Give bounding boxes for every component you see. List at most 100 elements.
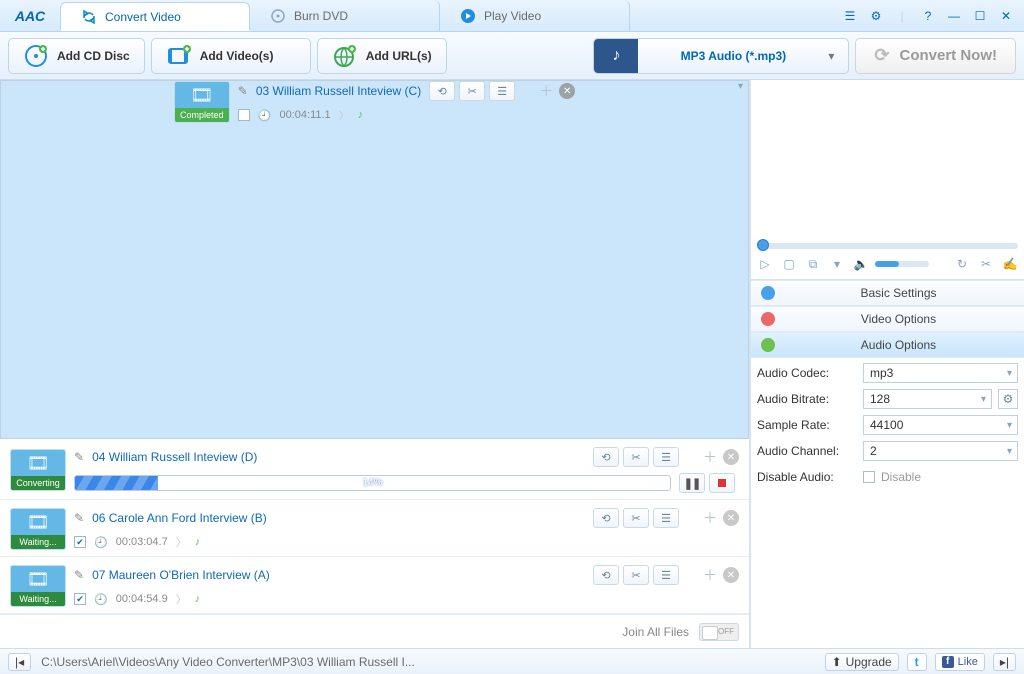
file-thumb: 🎞Waiting... [10,508,66,550]
seek-knob[interactable] [757,239,769,251]
refresh-icon[interactable]: ⟲ [593,508,619,528]
up-arrow-icon: ⬆ [832,655,842,669]
audio-bitrate-select[interactable]: 128 [863,389,992,409]
join-all-toggle[interactable] [699,623,739,641]
chevron-down-icon: ▾ [828,49,848,63]
pause-icon[interactable]: ❚❚ [679,473,705,493]
audio-channel-select[interactable]: 2 [863,441,1018,461]
statusbar: |◂ C:\Users\Ariel\Videos\Any Video Conve… [0,648,1024,674]
video-options-header[interactable]: Video Options [751,306,1024,332]
chevron-right-icon: 〉 [176,591,187,607]
convert-now-button[interactable]: ⟳ Convert Now! [855,38,1016,74]
file-title[interactable]: 06 Carole Ann Ford Interview (B) [92,511,267,525]
gear-icon[interactable]: ⚙ [866,6,886,26]
edit-icon[interactable]: ✎ [74,450,84,464]
film-icon: 🎞 [11,566,65,592]
file-checkbox[interactable] [238,109,250,121]
audio-options-header[interactable]: Audio Options [751,332,1024,358]
wand-icon[interactable]: ✍ [1000,255,1020,273]
basic-settings-header[interactable]: Basic Settings [751,280,1024,306]
properties-icon[interactable]: ☰ [653,447,679,467]
scissors-icon[interactable]: ✂ [459,81,485,101]
app-logo: AAC [0,0,60,31]
audio-codec-label: Audio Codec: [757,366,857,380]
add-urls-button[interactable]: Add URL(s) [317,38,447,74]
remove-icon[interactable]: ✕ [723,449,739,465]
file-row[interactable]: 🎞Converting✎04 William Russell Inteview … [0,439,749,500]
file-checkbox[interactable]: ✔ [74,593,86,605]
add-videos-button[interactable]: Add Video(s) [151,38,311,74]
bitrate-gear-icon[interactable]: ⚙ [998,389,1018,409]
remove-icon[interactable]: ✕ [723,510,739,526]
file-row[interactable]: 🎞Waiting... ✎ 07 Maureen O'Brien Interview… [0,557,749,614]
file-title[interactable]: 04 William Russell Inteview (D) [92,450,257,464]
tab-convert-video[interactable]: Convert Video [60,2,250,31]
film-plus-icon [166,43,192,69]
properties-icon[interactable]: ☰ [653,565,679,585]
dot-icon [761,312,775,326]
volume-slider[interactable] [875,261,929,267]
facebook-icon: f [942,656,954,668]
upgrade-button[interactable]: ⬆ Upgrade [825,653,899,671]
scissors-icon[interactable]: ✂ [623,565,649,585]
audio-channel-label: Audio Channel: [757,444,857,458]
maximize-icon[interactable]: ☐ [970,6,990,26]
chevron-down-icon[interactable]: ▾ [827,255,847,273]
stop-icon[interactable]: ▢ [779,255,799,273]
scissors-icon[interactable]: ✂ [623,508,649,528]
scissors-icon[interactable]: ✂ [976,255,996,273]
button-label: Convert Now! [900,47,998,64]
file-row[interactable]: 🎞Waiting... ✎ 06 Carole Ann Ford Interview… [0,500,749,557]
help-icon[interactable]: ? [918,6,938,26]
file-row[interactable]: 🎞Completed✎03 William Russell Inteview (… [0,80,749,439]
nav-back-icon[interactable]: |◂ [8,653,31,671]
volume-icon[interactable]: 🔈 [851,255,871,273]
file-thumb: 🎞Waiting... [10,565,66,607]
rotate-icon[interactable]: ↻ [952,255,972,273]
refresh-icon[interactable]: ⟲ [593,447,619,467]
edit-icon[interactable]: ✎ [74,511,84,525]
nav-fwd-icon[interactable]: ▸| [993,653,1016,671]
scissors-icon[interactable]: ✂ [623,447,649,467]
play-icon[interactable]: ▷ [755,255,775,273]
preview-area: ▷ ▢ ⧉ ▾ 🔈 ↻ ✂ ✍ [751,80,1024,280]
tab-label: Burn DVD [294,9,348,23]
music-note-icon: ♪ [358,109,364,121]
music-note-icon: ♪ [195,593,201,605]
file-title[interactable]: 07 Maureen O'Brien Interview (A) [92,568,270,582]
status-badge: Completed [175,108,229,122]
add-icon[interactable]: ＋ [703,565,717,585]
disable-audio-checkbox[interactable] [863,471,875,483]
tab-burn-dvd[interactable]: Burn DVD [250,0,440,31]
add-icon[interactable]: ＋ [703,508,717,528]
refresh-icon[interactable]: ⟲ [593,565,619,585]
tab-play-video[interactable]: Play Video [440,0,630,31]
edit-icon[interactable]: ✎ [74,568,84,582]
properties-icon[interactable]: ☰ [489,81,515,101]
snapshot-icon[interactable]: ⧉ [803,255,823,273]
progress-bar: 14% [74,475,671,491]
remove-icon[interactable]: ✕ [559,83,575,99]
edit-icon[interactable]: ✎ [238,84,248,98]
output-format-select[interactable]: ♪ MP3 Audio (*.mp3) ▾ [593,38,849,74]
disable-audio-label: Disable Audio: [757,470,857,484]
remove-icon[interactable]: ✕ [723,567,739,583]
facebook-like-button[interactable]: f Like [935,653,985,671]
file-title[interactable]: 03 William Russell Inteview (C) [256,84,421,98]
close-icon[interactable]: ✕ [996,6,1016,26]
disc-icon [270,8,286,24]
clock-icon: 🕘 [94,593,108,606]
add-icon[interactable]: ＋ [539,81,553,101]
add-cd-button[interactable]: Add CD Disc [8,38,145,74]
twitter-icon[interactable]: t [907,653,927,671]
file-checkbox[interactable]: ✔ [74,536,86,548]
sample-rate-select[interactable]: 44100 [863,415,1018,435]
audio-codec-select[interactable]: mp3 [863,363,1018,383]
seek-bar[interactable] [757,243,1018,249]
properties-icon[interactable]: ☰ [653,508,679,528]
refresh-icon[interactable]: ⟲ [429,81,455,101]
stop-icon[interactable] [709,473,735,493]
list-icon[interactable]: ☰ [840,6,860,26]
minimize-icon[interactable]: — [944,6,964,26]
add-icon[interactable]: ＋ [703,447,717,467]
